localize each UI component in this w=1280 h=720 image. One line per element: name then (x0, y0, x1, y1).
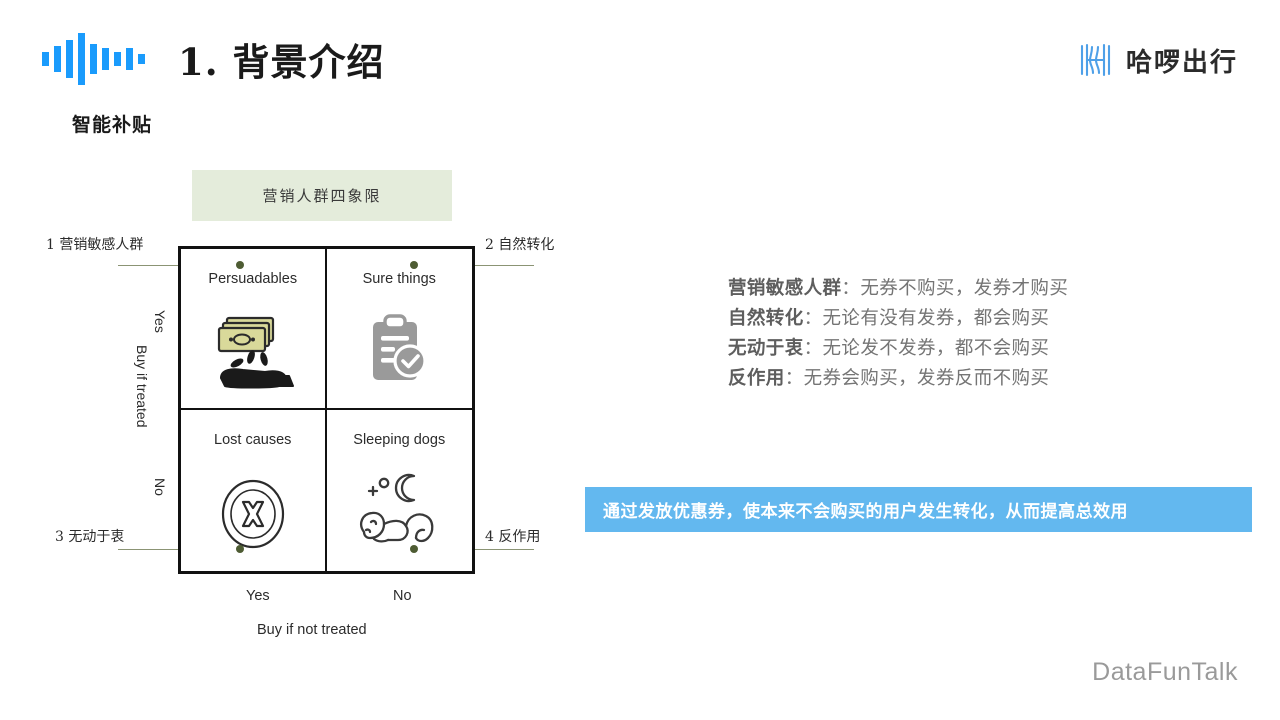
definition-description: 无论有没有发券，都会购买 (822, 307, 1050, 328)
quadrant-cell-persuadables[interactable]: Persuadables (181, 249, 327, 410)
section-subtitle: 智能补贴 (72, 115, 153, 136)
y-axis-tick-yes: Yes (152, 310, 168, 333)
wave-bar (90, 44, 97, 74)
x-axis-title: Buy if not treated (257, 622, 367, 638)
wave-bar (126, 48, 133, 70)
clipboard-check-icon (365, 295, 433, 408)
definition-term: 反作用 (728, 367, 785, 388)
wave-bar (102, 48, 109, 70)
wave-bar (114, 52, 121, 66)
connector-dot-3 (236, 545, 244, 553)
connector-line-3 (118, 549, 243, 550)
quadrant-label: Sure things (362, 271, 436, 287)
wave-bar (42, 52, 49, 66)
definition-separator: ： (803, 337, 823, 358)
page-title: 1. 背景介绍 (178, 40, 385, 84)
corner-label-sure-things: 2 自然转化 (485, 237, 555, 253)
circle-x-icon (218, 456, 288, 571)
definition-separator: ： (803, 307, 823, 328)
definition-term: 无动于衷 (728, 337, 804, 358)
quadrant-label: Persuadables (208, 271, 298, 287)
wave-bar (78, 33, 85, 85)
quadrant-figure: 1 营销敏感人群 2 自然转化 3 无动于衷 4 反作用 Yes Buy if … (0, 0, 620, 720)
definition-list: 营销敏感人群：无券不购买，发券才购买 自然转化：无论有没有发券，都会购买 无动于… (728, 273, 1158, 393)
definition-separator: ： (841, 277, 861, 298)
figure-caption-text: 营销人群四象限 (262, 187, 382, 205)
definition-row: 自然转化：无论有没有发券，都会购买 (728, 303, 1158, 333)
definition-description: 无论发不发券，都不会购买 (822, 337, 1050, 358)
hello-h-logo-mark (1080, 43, 1111, 77)
brand-logo: 哈啰出行 (1075, 40, 1238, 80)
connector-dot-2 (410, 261, 418, 269)
connector-dot-1 (236, 261, 244, 269)
definition-row: 营销敏感人群：无券不购买，发券才购买 (728, 273, 1158, 303)
money-in-hand-icon (205, 295, 301, 408)
sleeping-cat-moon-icon (350, 456, 448, 571)
x-axis-tick-no: No (393, 588, 412, 604)
y-axis-title: Buy if treated (134, 345, 150, 428)
wave-bar (66, 40, 73, 78)
definition-term: 营销敏感人群 (728, 277, 842, 298)
y-axis-tick-no: No (152, 478, 168, 496)
corner-label-sleeping-dogs: 4 反作用 (485, 529, 541, 545)
quadrant-grid: Persuadables Sure things Lost causes Sle… (178, 246, 475, 574)
connector-line-2 (414, 265, 534, 266)
audio-wave-logo (42, 33, 160, 85)
wave-bar (138, 54, 145, 64)
quadrant-cell-lost-causes[interactable]: Lost causes (181, 410, 327, 571)
quadrant-cell-sleeping-dogs[interactable]: Sleeping dogs (327, 410, 473, 571)
conclusion-text: 通过发放优惠券，使本来不会购买的用户发生转化，从而提高总效用 (603, 502, 1128, 521)
conclusion-banner: 通过发放优惠券，使本来不会购买的用户发生转化，从而提高总效用 (585, 487, 1252, 532)
x-axis-tick-yes: Yes (246, 588, 270, 604)
definition-separator: ： (784, 367, 804, 388)
corner-label-lost-causes: 3 无动于衷 (55, 529, 125, 545)
definition-description: 无券会购买，发券反而不购买 (803, 367, 1050, 388)
quadrant-label: Sleeping dogs (353, 432, 446, 448)
quadrant-label: Lost causes (214, 432, 292, 448)
figure-caption-box: 营销人群四象限 (192, 170, 452, 221)
definition-row: 反作用：无券会购买，发券反而不购买 (728, 363, 1158, 393)
definition-description: 无券不购买，发券才购买 (860, 277, 1069, 298)
connector-line-1 (118, 265, 243, 266)
quadrant-cell-sure-things[interactable]: Sure things (326, 249, 472, 410)
brand-name: 哈啰出行 (1125, 46, 1238, 77)
wave-bar (54, 46, 61, 72)
slide-header: 1. 背景介绍 哈啰出行 智能补贴 (0, 0, 1280, 136)
connector-dot-4 (410, 545, 418, 553)
corner-label-persuadables: 1 营销敏感人群 (46, 237, 144, 253)
definition-term: 自然转化 (728, 307, 804, 328)
connector-line-4 (414, 549, 534, 550)
watermark: DataFunTalk (1092, 658, 1238, 686)
definition-row: 无动于衷：无论发不发券，都不会购买 (728, 333, 1158, 363)
